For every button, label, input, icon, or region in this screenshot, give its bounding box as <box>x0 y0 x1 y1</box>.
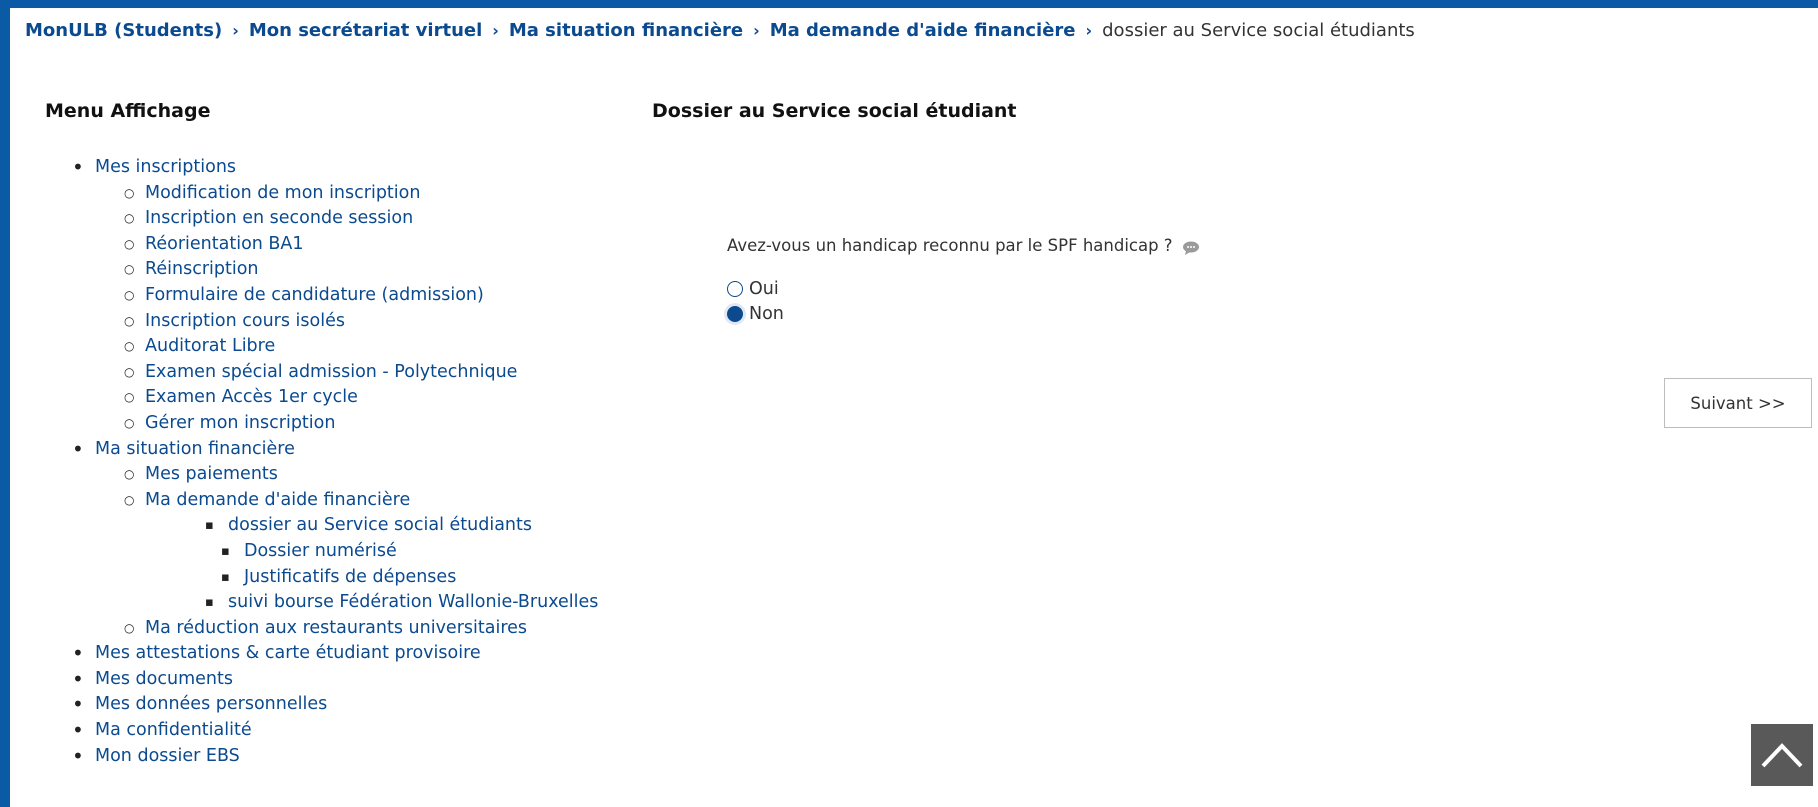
menu-item-dossier-ebs[interactable]: Mon dossier EBS <box>0 744 598 770</box>
menu-title: Menu Affichage <box>45 100 211 122</box>
menu-item-formulaire-candidature[interactable]: Formulaire de candidature (admission) <box>0 283 598 309</box>
menu-item-modification-inscription[interactable]: Modification de mon inscription <box>0 181 598 207</box>
handicap-question: Avez-vous un handicap reconnu par le SPF… <box>727 236 1200 255</box>
radio-option-non[interactable]: Non <box>727 304 784 324</box>
breadcrumb-separator: › <box>232 21 239 40</box>
menu-item-mes-paiements[interactable]: Mes paiements <box>0 462 598 488</box>
menu-item-mes-documents[interactable]: Mes documents <box>0 667 598 693</box>
menu-item-mes-inscriptions[interactable]: Mes inscriptions <box>0 155 598 181</box>
menu-item-dossier-numerise[interactable]: Dossier numérisé <box>0 539 598 565</box>
menu-item-service-social[interactable]: dossier au Service social étudiants <box>0 513 598 539</box>
chevron-up-icon <box>1761 743 1803 768</box>
menu-item-gerer-inscription[interactable]: Gérer mon inscription <box>0 411 598 437</box>
side-menu: Mes inscriptions Modification de mon ins… <box>0 155 598 769</box>
radio-non[interactable] <box>727 306 743 322</box>
breadcrumb-link-secretariat[interactable]: Mon secrétariat virtuel <box>249 20 482 41</box>
breadcrumb-separator: › <box>492 21 499 40</box>
menu-item-examen-acces[interactable]: Examen Accès 1er cycle <box>0 385 598 411</box>
breadcrumb-separator: › <box>753 21 760 40</box>
breadcrumb-link-monulb[interactable]: MonULB (Students) <box>25 20 222 41</box>
menu-item-attestations[interactable]: Mes attestations & carte étudiant provis… <box>0 641 598 667</box>
scroll-to-top-button[interactable] <box>1751 724 1813 786</box>
top-accent-bar <box>0 0 1818 8</box>
menu-item-confidentialite[interactable]: Ma confidentialité <box>0 718 598 744</box>
next-button[interactable]: Suivant >> <box>1664 378 1812 428</box>
radio-oui-label: Oui <box>749 279 779 299</box>
breadcrumb-link-situation-financiere[interactable]: Ma situation financière <box>509 20 743 41</box>
breadcrumb-separator: › <box>1085 21 1093 40</box>
menu-item-reinscription[interactable]: Réinscription <box>0 257 598 283</box>
menu-item-situation-financiere[interactable]: Ma situation financière <box>0 437 598 463</box>
page-title: Dossier au Service social étudiant <box>652 100 1017 122</box>
menu-item-cours-isoles[interactable]: Inscription cours isolés <box>0 309 598 335</box>
radio-oui[interactable] <box>727 281 743 297</box>
menu-item-bourse-fwb[interactable]: suivi bourse Fédération Wallonie-Bruxell… <box>0 590 598 616</box>
radio-non-label: Non <box>749 304 784 324</box>
breadcrumb-link-aide-financiere[interactable]: Ma demande d'aide financière <box>770 20 1076 41</box>
menu-item-seconde-session[interactable]: Inscription en seconde session <box>0 206 598 232</box>
menu-item-donnees-personnelles[interactable]: Mes données personnelles <box>0 692 598 718</box>
question-label: Avez-vous un handicap reconnu par le SPF… <box>727 236 1173 255</box>
menu-item-reorientation[interactable]: Réorientation BA1 <box>0 232 598 258</box>
menu-item-justificatifs[interactable]: Justificatifs de dépenses <box>0 565 598 591</box>
menu-item-examen-polytechnique[interactable]: Examen spécial admission - Polytechnique <box>0 360 598 386</box>
menu-item-auditorat-libre[interactable]: Auditorat Libre <box>0 334 598 360</box>
speech-bubble-icon[interactable] <box>1182 240 1200 255</box>
radio-option-oui[interactable]: Oui <box>727 279 779 299</box>
menu-item-reduction-restaurants[interactable]: Ma réduction aux restaurants universitai… <box>0 616 598 642</box>
breadcrumb: MonULB (Students) › Mon secrétariat virtue… <box>25 20 1415 41</box>
breadcrumb-current: dossier au Service social étudiants <box>1102 20 1415 41</box>
menu-item-aide-financiere[interactable]: Ma demande d'aide financière <box>0 488 598 514</box>
